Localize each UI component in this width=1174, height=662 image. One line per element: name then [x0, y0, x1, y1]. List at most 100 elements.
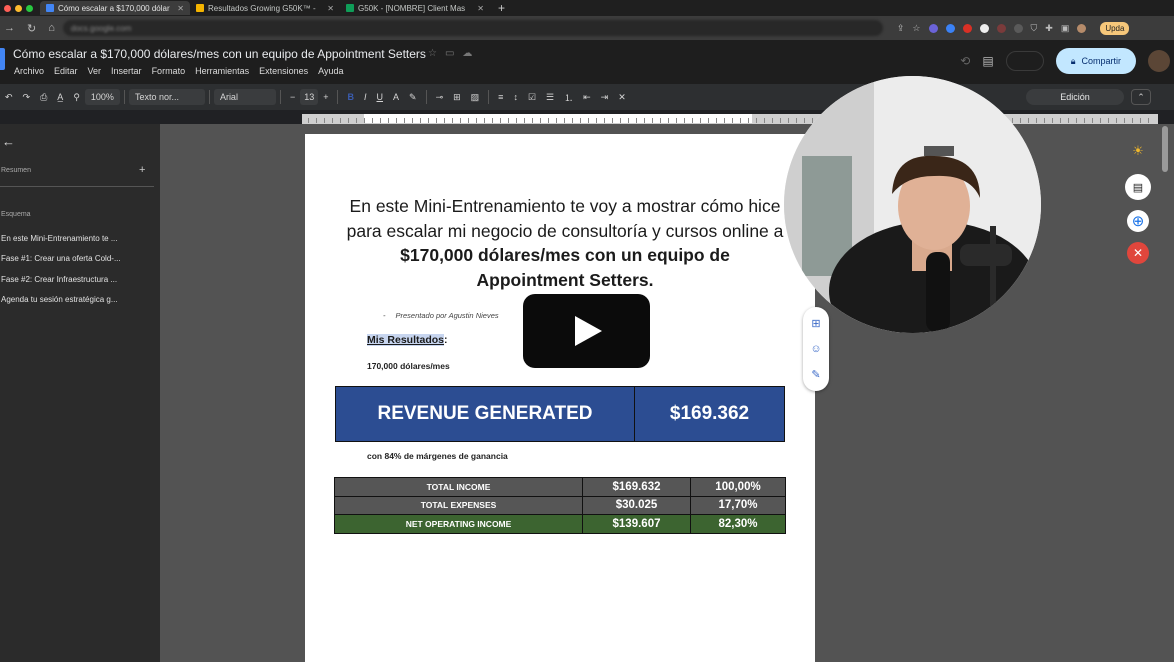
new-tab-button[interactable]: +	[490, 1, 513, 15]
italic-icon[interactable]: I	[359, 92, 372, 102]
keep-icon[interactable]: ☀	[1125, 138, 1151, 164]
extension-icon[interactable]	[1013, 23, 1023, 33]
bold-icon[interactable]: B	[342, 92, 359, 102]
outline-item[interactable]: Fase #2: Crear Infraestructura ...	[1, 275, 117, 284]
menu-archivo[interactable]: Archivo	[14, 66, 44, 76]
extension-icon[interactable]	[979, 23, 989, 33]
reload-icon[interactable]: ↻	[27, 22, 36, 35]
checklist-icon[interactable]: ☑	[523, 92, 541, 103]
menu-ver[interactable]: Ver	[88, 66, 102, 76]
numbered-list-icon[interactable]: ⒈	[559, 91, 578, 104]
zoom-select[interactable]: 100%	[84, 89, 120, 105]
editing-mode-select[interactable]: Edición	[1026, 89, 1124, 105]
horizontal-ruler[interactable]	[302, 114, 1158, 124]
menu-extensiones[interactable]: Extensiones	[259, 66, 308, 76]
font-select[interactable]: Arial	[213, 89, 276, 105]
emoji-reaction-icon[interactable]: ☺	[810, 343, 821, 355]
text-color-icon[interactable]: A	[388, 92, 404, 102]
close-window-button[interactable]	[4, 4, 11, 12]
url-input[interactable]: docs.google.com	[62, 20, 883, 36]
ruler-ticks	[308, 118, 1152, 123]
history-icon[interactable]: ⟲	[960, 54, 970, 68]
back-arrow-icon[interactable]: ←	[2, 134, 15, 149]
star-icon[interactable]: ☆	[428, 48, 437, 59]
menu-bar: Archivo Editar Ver Insertar Formato Herr…	[14, 66, 344, 76]
print-icon[interactable]: ⎙	[35, 92, 52, 103]
extension-icon[interactable]	[962, 23, 972, 33]
bookmark-star-icon[interactable]: ☆	[912, 23, 920, 34]
style-select[interactable]: Texto nor...	[128, 89, 205, 105]
close-icon[interactable]: ✕	[477, 4, 484, 13]
undo-icon[interactable]: ↶	[0, 92, 18, 103]
align-icon[interactable]: ≡	[493, 92, 508, 102]
share-button[interactable]: 🔒︎ Compartir	[1055, 48, 1136, 74]
home-icon[interactable]: ⌂	[48, 22, 55, 35]
video-play-button[interactable]	[523, 294, 650, 368]
meet-button[interactable]	[1005, 51, 1044, 71]
extension-icon[interactable]	[928, 23, 938, 33]
decrease-indent-icon[interactable]: ⇤	[578, 92, 596, 103]
highlight-icon[interactable]: ✎	[404, 92, 422, 103]
underline-icon[interactable]: U	[372, 92, 389, 102]
menu-ayuda[interactable]: Ayuda	[318, 66, 343, 76]
chevron-up-icon[interactable]: ⌃	[1131, 89, 1151, 105]
outline-item[interactable]: En este Mini-Entrenamiento te ...	[1, 234, 118, 243]
menu-insertar[interactable]: Insertar	[111, 66, 142, 76]
vertical-scrollbar[interactable]	[1162, 126, 1168, 172]
increase-indent-icon[interactable]: ⇥	[596, 92, 614, 103]
clear-format-icon[interactable]: ✕	[613, 92, 631, 103]
bullet-list-icon[interactable]: ☰	[541, 92, 559, 103]
outline-item[interactable]: Agenda tu sesión estratégica g...	[1, 295, 118, 304]
window-controls	[0, 4, 40, 12]
suggest-edit-icon[interactable]: ✎	[811, 368, 820, 381]
play-icon	[575, 316, 602, 346]
spellcheck-icon[interactable]: A̲	[52, 92, 68, 102]
add-addon-icon[interactable]: ⊕	[1127, 210, 1149, 232]
puzzle-icon[interactable]: ✚	[1045, 23, 1053, 34]
maximize-window-button[interactable]	[26, 4, 33, 12]
minimize-window-button[interactable]	[15, 4, 22, 12]
docs-logo-icon[interactable]	[0, 48, 5, 70]
browser-tab-1[interactable]: Resultados Growing G50K™ - ✕	[190, 1, 340, 15]
extension-icon[interactable]	[996, 23, 1006, 33]
menu-formato[interactable]: Formato	[152, 66, 186, 76]
results-colon: :	[444, 334, 448, 346]
update-button[interactable]: Upda	[1100, 21, 1130, 35]
menu-herramientas[interactable]: Herramientas	[195, 66, 249, 76]
paint-format-icon[interactable]: ⚲	[68, 92, 85, 103]
tasks-icon[interactable]: ▤	[1125, 174, 1151, 200]
sidepanel-icon[interactable]: ▣	[1061, 23, 1070, 34]
decrease-font-icon[interactable]: −	[285, 92, 300, 102]
increase-font-icon[interactable]: +	[318, 92, 333, 102]
comment-icon[interactable]: ▤	[982, 54, 993, 68]
link-icon[interactable]: ⊸	[431, 92, 449, 103]
outline-heading: Esquema	[1, 211, 31, 218]
close-icon[interactable]: ✕	[1127, 242, 1149, 264]
browser-tab-0[interactable]: Cómo escalar a $170,000 dólar ✕	[40, 1, 190, 15]
share-page-icon[interactable]: ⇪	[897, 23, 905, 34]
extension-icon[interactable]	[945, 23, 955, 33]
add-comment-icon[interactable]: ⊞	[811, 317, 820, 330]
add-summary-icon[interactable]: +	[139, 164, 145, 176]
folder-icon[interactable]: ▭	[445, 48, 454, 59]
browser-tab-2[interactable]: G50K - [NOMBRE] Client Mas ✕	[340, 1, 490, 15]
table-cell-label: TOTAL INCOME	[334, 477, 583, 497]
image-icon[interactable]: ▨	[466, 92, 485, 103]
menu-editar[interactable]: Editar	[54, 66, 78, 76]
font-size-input[interactable]: 13	[300, 89, 319, 105]
redo-icon[interactable]: ↷	[18, 92, 36, 103]
document-page[interactable]: En este Mini-Entrenamiento te voy a most…	[305, 134, 815, 662]
line-spacing-icon[interactable]: ↕	[508, 92, 523, 102]
profile-avatar-icon[interactable]	[1077, 23, 1087, 33]
document-title[interactable]: Cómo escalar a $170,000 dólares/mes con …	[13, 47, 426, 61]
table-cell-amount: $139.607	[582, 514, 691, 534]
shield-icon[interactable]: ⛉	[1031, 23, 1038, 34]
close-icon[interactable]: ✕	[327, 4, 334, 13]
cloud-icon[interactable]: ☁	[462, 48, 472, 59]
add-comment-icon[interactable]: ⊞	[448, 92, 466, 103]
revenue-value: $169.362	[635, 387, 784, 441]
forward-icon[interactable]: →	[4, 22, 15, 35]
avatar[interactable]	[1148, 50, 1170, 72]
close-icon[interactable]: ✕	[177, 4, 184, 13]
outline-item[interactable]: Fase #1: Crear una oferta Cold-...	[1, 254, 121, 263]
